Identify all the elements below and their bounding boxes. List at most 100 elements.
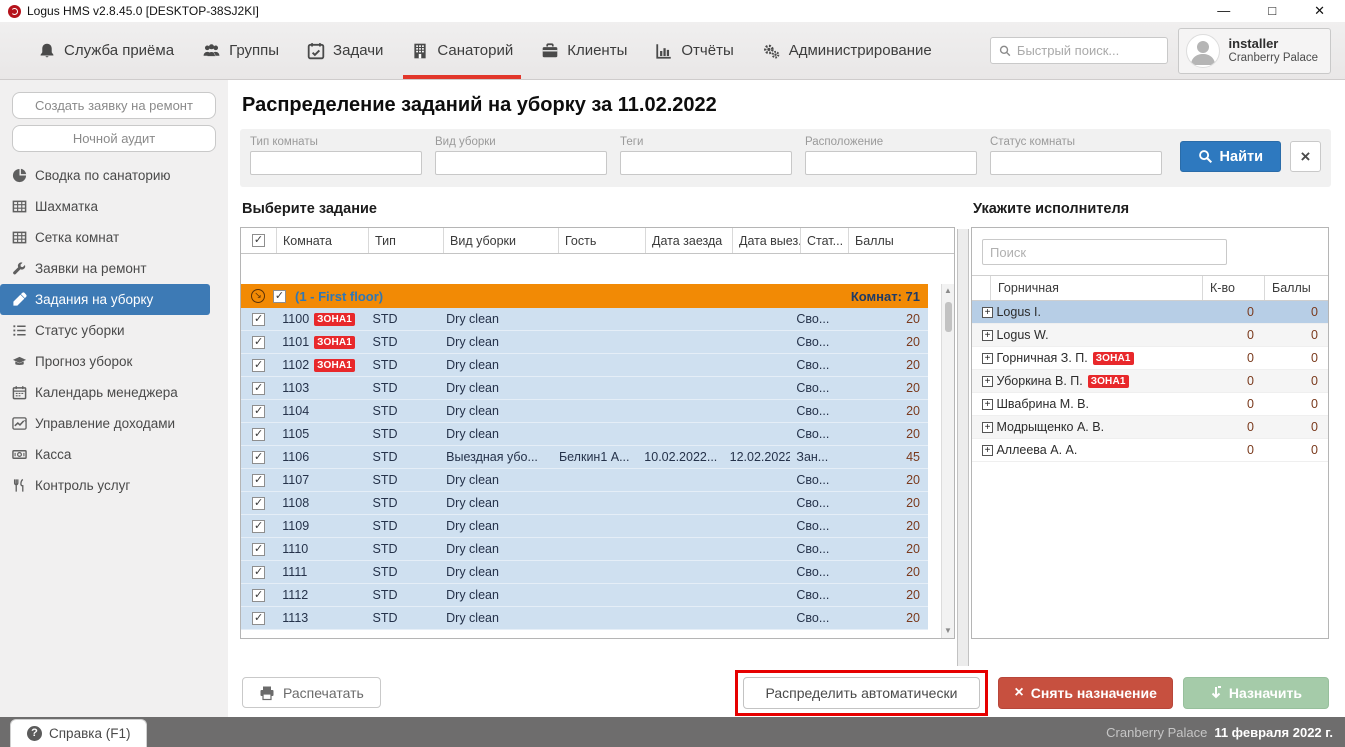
- expand-plus-icon[interactable]: +: [982, 422, 993, 433]
- tasks-scrollbar[interactable]: ▲ ▼: [941, 284, 954, 638]
- column-header-points[interactable]: Баллы: [1264, 276, 1328, 300]
- sidebar-item-service-control[interactable]: Контроль услуг: [0, 470, 210, 501]
- group-checkbox[interactable]: ✓: [273, 290, 286, 303]
- nav-item-reports[interactable]: Отчёты: [641, 22, 747, 79]
- expand-plus-icon[interactable]: +: [982, 445, 993, 456]
- print-button[interactable]: Распечатать: [242, 677, 381, 708]
- row-checkbox[interactable]: ✓: [252, 520, 265, 533]
- sidebar-item-repair-requests[interactable]: Заявки на ремонт: [0, 253, 210, 284]
- expand-plus-icon[interactable]: +: [982, 353, 993, 364]
- column-header-arrival-date[interactable]: Дата заезда: [646, 228, 733, 253]
- nav-item-tasks[interactable]: Задачи: [293, 22, 397, 79]
- row-checkbox[interactable]: ✓: [252, 589, 265, 602]
- row-checkbox[interactable]: ✓: [252, 543, 265, 556]
- expand-plus-icon[interactable]: +: [982, 307, 993, 318]
- assignee-row[interactable]: + Logus I.00: [972, 301, 1328, 324]
- task-row[interactable]: ✓1105STDDry cleanСво...20: [241, 423, 928, 446]
- create-repair-request-button[interactable]: Создать заявку на ремонт: [12, 92, 216, 119]
- scroll-up-icon[interactable]: ▲: [944, 284, 952, 298]
- night-audit-button[interactable]: Ночной аудит: [12, 125, 216, 152]
- row-checkbox[interactable]: ✓: [252, 612, 265, 625]
- pane-splitter[interactable]: [957, 229, 969, 666]
- task-row[interactable]: ✓1102ЗОНА1STDDry cleanСво...20: [241, 354, 928, 377]
- row-checkbox[interactable]: ✓: [252, 405, 265, 418]
- filter-input-room-status[interactable]: [990, 151, 1162, 175]
- sidebar-item-manager-calendar[interactable]: Календарь менеджера: [0, 377, 210, 408]
- filter-input-location[interactable]: [805, 151, 977, 175]
- filter-input-room-type[interactable]: [250, 151, 422, 175]
- column-header-type[interactable]: Тип: [369, 228, 444, 253]
- column-header-cleaning-type[interactable]: Вид уборки: [444, 228, 559, 253]
- floor-group-row[interactable]: ↘ ✓ (1 - First floor) Комнат: 71: [241, 284, 928, 308]
- task-row[interactable]: ✓1111STDDry cleanСво...20: [241, 561, 928, 584]
- expand-plus-icon[interactable]: +: [982, 376, 993, 387]
- filter-input-tags[interactable]: [620, 151, 792, 175]
- row-checkbox[interactable]: ✓: [252, 428, 265, 441]
- task-row[interactable]: ✓1106STDВыездная убо...Белкин1 А...10.02…: [241, 446, 928, 469]
- sidebar-item-cleaning-tasks[interactable]: Задания на уборку: [0, 284, 210, 315]
- sidebar-item-cleaning-status[interactable]: Статус уборки: [0, 315, 210, 346]
- maximize-button[interactable]: □: [1268, 3, 1276, 19]
- task-row[interactable]: ✓1112STDDry cleanСво...20: [241, 584, 928, 607]
- row-checkbox[interactable]: ✓: [252, 566, 265, 579]
- nav-item-sanatorium[interactable]: Санаторий: [397, 22, 527, 79]
- find-button[interactable]: Найти: [1180, 141, 1281, 172]
- nav-item-groups[interactable]: Группы: [188, 22, 293, 79]
- user-menu[interactable]: installer Cranberry Palace: [1178, 28, 1331, 74]
- assignee-row[interactable]: + Уборкина В. П.ЗОНА100: [972, 370, 1328, 393]
- sidebar-item-revenue-management[interactable]: Управление доходами: [0, 408, 210, 439]
- help-button[interactable]: ? Справка (F1): [10, 719, 147, 747]
- task-row[interactable]: ✓1101ЗОНА1STDDry cleanСво...20: [241, 331, 928, 354]
- column-header-room[interactable]: Комната: [277, 228, 369, 253]
- minimize-button[interactable]: —: [1217, 3, 1230, 19]
- row-checkbox[interactable]: ✓: [252, 497, 265, 510]
- clear-filters-button[interactable]: ×: [1290, 141, 1321, 172]
- filter-input-cleaning-type[interactable]: [435, 151, 607, 175]
- row-checkbox[interactable]: ✓: [252, 359, 265, 372]
- task-row[interactable]: ✓1109STDDry cleanСво...20: [241, 515, 928, 538]
- task-row[interactable]: ✓1103STDDry cleanСво...20: [241, 377, 928, 400]
- column-header-count[interactable]: К-во: [1202, 276, 1264, 300]
- nav-item-front-desk[interactable]: Служба приёма: [24, 22, 188, 79]
- nav-item-administration[interactable]: Администрирование: [748, 22, 946, 79]
- assignee-row[interactable]: + Горничная З. П.ЗОНА100: [972, 347, 1328, 370]
- column-header-departure-date[interactable]: Дата выез...: [733, 228, 801, 253]
- column-header-points[interactable]: Баллы: [849, 228, 941, 253]
- assign-button[interactable]: Назначить: [1183, 677, 1329, 709]
- assignee-row[interactable]: + Logus W.00: [972, 324, 1328, 347]
- collapse-group-icon[interactable]: ↘: [251, 289, 265, 303]
- select-all-checkbox[interactable]: ✓: [252, 234, 265, 247]
- assignee-row[interactable]: + Аллеева А. А.00: [972, 439, 1328, 462]
- assignee-row[interactable]: + Швабрина М. В.00: [972, 393, 1328, 416]
- column-header-status[interactable]: Стат...: [801, 228, 849, 253]
- row-checkbox[interactable]: ✓: [252, 382, 265, 395]
- quick-search-input[interactable]: [1017, 43, 1159, 58]
- sidebar-item-room-grid[interactable]: Сетка комнат: [0, 222, 210, 253]
- column-header-maid[interactable]: Горничная: [990, 276, 1202, 300]
- row-checkbox[interactable]: ✓: [252, 451, 265, 464]
- row-checkbox[interactable]: ✓: [252, 313, 265, 326]
- sidebar-item-cleaning-forecast[interactable]: Прогноз уборок: [0, 346, 210, 377]
- scroll-down-icon[interactable]: ▼: [944, 624, 952, 638]
- column-header-guest[interactable]: Гость: [559, 228, 646, 253]
- sidebar-item-chessboard[interactable]: Шахматка: [0, 191, 210, 222]
- auto-assign-button[interactable]: Распределить автоматически: [743, 677, 981, 709]
- row-checkbox[interactable]: ✓: [252, 474, 265, 487]
- assignee-row[interactable]: + Модрыщенко А. В.00: [972, 416, 1328, 439]
- expand-plus-icon[interactable]: +: [982, 399, 993, 410]
- task-row[interactable]: ✓1100ЗОНА1STDDry cleanСво...20: [241, 308, 928, 331]
- task-row[interactable]: ✓1113STDDry cleanСво...20: [241, 607, 928, 630]
- expand-plus-icon[interactable]: +: [982, 330, 993, 341]
- task-row[interactable]: ✓1110STDDry cleanСво...20: [241, 538, 928, 561]
- nav-item-clients[interactable]: Клиенты: [527, 22, 641, 79]
- sidebar-item-cash-desk[interactable]: Касса: [0, 439, 210, 470]
- close-button[interactable]: ✕: [1314, 3, 1325, 19]
- task-row[interactable]: ✓1104STDDry cleanСво...20: [241, 400, 928, 423]
- sidebar-item-sanatorium-summary[interactable]: Сводка по санаторию: [0, 160, 210, 191]
- row-checkbox[interactable]: ✓: [252, 336, 265, 349]
- scrollbar-thumb[interactable]: [945, 302, 952, 332]
- task-row[interactable]: ✓1108STDDry cleanСво...20: [241, 492, 928, 515]
- assignee-search-input[interactable]: [982, 239, 1227, 265]
- unassign-button[interactable]: × Снять назначение: [998, 677, 1172, 709]
- task-row[interactable]: ✓1107STDDry cleanСво...20: [241, 469, 928, 492]
